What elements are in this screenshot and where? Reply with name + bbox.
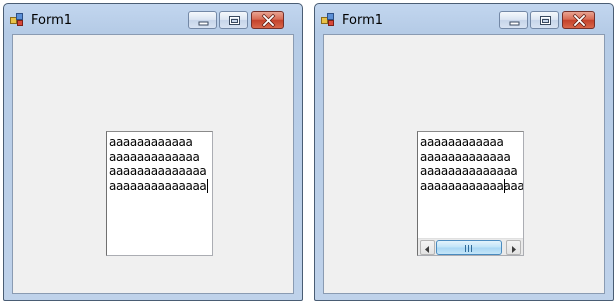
scroll-thumb[interactable] [436, 240, 502, 255]
minimize-button[interactable] [188, 11, 217, 29]
window-title: Form1 [342, 13, 384, 28]
text-line: aaaaaaaaaaaaa [109, 149, 200, 164]
close-icon [261, 13, 276, 28]
close-button[interactable] [251, 11, 284, 29]
chevron-right-icon [512, 246, 516, 253]
form-client-area: aaaaaaaaaaaa aaaaaaaaaaaaa aaaaaaaaaaaaa… [12, 34, 294, 294]
maximize-icon [540, 16, 551, 25]
form-client-area: aaaaaaaaaaaa aaaaaaaaaaaaa aaaaaaaaaaaaa… [323, 34, 605, 294]
text-caret [207, 179, 208, 193]
form-window-left: Form1 aaaaaaaaaaaa aaaaaaaaaaaaa aaaaaaa… [3, 3, 303, 301]
text-line: aaaaaaaaaaaa [109, 135, 193, 149]
maximize-button[interactable] [219, 11, 248, 29]
form-app-icon [321, 13, 335, 27]
maximize-button[interactable] [530, 11, 559, 29]
form-window-right: Form1 aaaaaaaaaaaa aaaaaaaaaaaaa aaaaaaa… [314, 3, 614, 301]
textbox-content: aaaaaaaaaaaa aaaaaaaaaaaaa aaaaaaaaaaaaa… [420, 135, 524, 239]
grip-icon [465, 245, 472, 252]
text-line: aaaaaaaaaaaaaa [109, 178, 207, 193]
minimize-icon [198, 21, 209, 26]
text-line: aaaaaaaaaaaaa [420, 149, 511, 164]
multiline-textbox[interactable]: aaaaaaaaaaaa aaaaaaaaaaaaa aaaaaaaaaaaaa… [106, 131, 213, 256]
textbox-content: aaaaaaaaaaaa aaaaaaaaaaaaa aaaaaaaaaaaaa… [109, 135, 212, 193]
minimize-button[interactable] [499, 11, 528, 29]
window-title: Form1 [31, 13, 73, 28]
minimize-icon [509, 21, 520, 26]
title-bar[interactable]: Form1 [4, 4, 302, 33]
text-line: aaaaaaaaaaaa [420, 135, 504, 149]
close-button[interactable] [562, 11, 595, 29]
text-line: aaaaaaaaaaaaaaaa [420, 178, 524, 193]
maximize-icon [229, 16, 240, 25]
scroll-left-button[interactable] [420, 240, 435, 255]
multiline-textbox[interactable]: aaaaaaaaaaaa aaaaaaaaaaaaa aaaaaaaaaaaaa… [417, 131, 524, 256]
text-caret [504, 179, 505, 193]
text-line: aaaaaaaaaaaaaa [420, 164, 518, 178]
title-bar[interactable]: Form1 [315, 4, 613, 33]
form-app-icon [10, 13, 24, 27]
text-line: aaaaaaaaaaaaaa [109, 164, 207, 178]
close-icon [572, 13, 587, 28]
chevron-left-icon [425, 246, 429, 253]
horizontal-scrollbar[interactable] [418, 238, 523, 255]
scroll-right-button[interactable] [506, 240, 521, 255]
